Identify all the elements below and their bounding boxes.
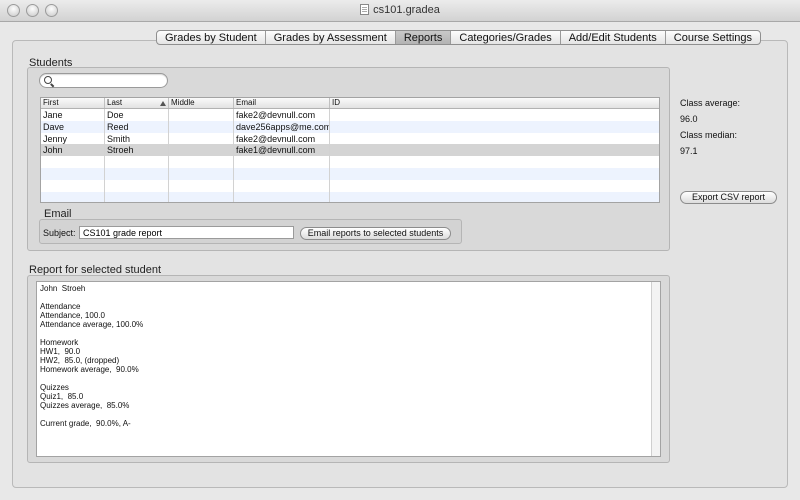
cell-last: Doe	[105, 109, 169, 121]
tab-add-edit-students[interactable]: Add/Edit Students	[561, 31, 666, 44]
students-table[interactable]: First Last Middle Email ID Jane Doe fake…	[40, 97, 660, 203]
students-table-header: First Last Middle Email ID	[41, 98, 659, 109]
sort-ascending-icon	[160, 101, 166, 106]
student-search-field[interactable]	[39, 73, 168, 88]
tab-course-settings[interactable]: Course Settings	[666, 31, 760, 44]
report-line: Quizzes	[40, 383, 69, 392]
search-icon	[44, 76, 52, 84]
cell-middle	[169, 120, 234, 133]
report-line: Attendance average, 100.0%	[40, 320, 144, 329]
class-average-value: 96.0	[680, 114, 698, 124]
column-header-last-label: Last	[107, 98, 123, 107]
cell-id	[330, 109, 659, 121]
cell-email: fake2@devnull.com	[234, 132, 330, 145]
column-header-email[interactable]: Email	[234, 98, 330, 108]
cell-first: Jenny	[41, 132, 105, 145]
subject-input[interactable]	[79, 226, 294, 239]
window-title: cs101.gradea	[0, 4, 800, 16]
cell-last: Stroeh	[105, 144, 169, 157]
table-row-selected[interactable]: John Stroeh fake1@devnull.com	[41, 144, 659, 157]
class-median-label: Class median:	[680, 130, 738, 140]
cell-first: Dave	[41, 120, 105, 133]
cell-middle	[169, 109, 234, 121]
cell-middle	[169, 132, 234, 145]
tab-categories-grades[interactable]: Categories/Grades	[451, 31, 561, 44]
document-icon	[360, 4, 370, 15]
class-average-label: Class average:	[680, 98, 741, 108]
empty-table-row	[41, 156, 659, 168]
class-median-value: 97.1	[680, 146, 698, 156]
cell-first: Jane	[41, 109, 105, 121]
report-line	[40, 293, 657, 302]
cell-email: fake2@devnull.com	[234, 109, 330, 121]
subject-label: Subject:	[43, 228, 76, 238]
report-line	[40, 374, 657, 383]
column-header-id[interactable]: ID	[330, 98, 659, 108]
report-line: HW2, 85.0, (dropped)	[40, 356, 120, 365]
report-line: Homework average, 90.0%	[40, 365, 139, 374]
empty-table-row	[41, 167, 659, 180]
student-search-input[interactable]	[54, 75, 164, 86]
column-header-last[interactable]: Last	[105, 98, 169, 108]
cell-first: John	[41, 144, 105, 157]
report-line	[40, 329, 657, 338]
cell-email: fake1@devnull.com	[234, 144, 330, 157]
empty-table-row	[41, 179, 659, 192]
export-csv-button[interactable]: Export CSV report	[680, 191, 777, 204]
cell-id	[330, 121, 659, 133]
report-line: Quizzes average, 85.0%	[40, 401, 130, 410]
table-row[interactable]: Dave Reed dave256apps@me.com	[41, 120, 659, 133]
report-line: Quiz1, 85.0	[40, 392, 84, 401]
tab-bar: Grades by Student Grades by Assessment R…	[156, 30, 762, 45]
cell-last: Reed	[105, 120, 169, 133]
report-line	[40, 410, 657, 419]
email-reports-button[interactable]: Email reports to selected students	[300, 227, 451, 240]
cell-id	[330, 133, 659, 145]
report-line: HW1, 90.0	[40, 347, 81, 356]
report-scrollbar[interactable]	[651, 282, 660, 456]
cell-email: dave256apps@me.com	[236, 120, 330, 133]
table-row[interactable]: Jenny Smith fake2@devnull.com	[41, 132, 659, 145]
report-line: Attendance	[40, 302, 81, 311]
tab-grades-by-assessment[interactable]: Grades by Assessment	[266, 31, 396, 44]
cell-middle	[169, 144, 234, 157]
empty-table-row	[41, 191, 659, 202]
tab-reports[interactable]: Reports	[395, 31, 452, 44]
window-title-text: cs101.gradea	[373, 4, 440, 16]
cell-id	[330, 144, 659, 156]
report-line: Attendance, 100.0	[40, 311, 105, 320]
report-text-view[interactable]: John Stroeh Attendance Attendance, 100.0…	[36, 281, 661, 457]
tab-grades-by-student[interactable]: Grades by Student	[157, 31, 266, 44]
table-row[interactable]: Jane Doe fake2@devnull.com	[41, 109, 659, 121]
column-header-first[interactable]: First	[41, 98, 105, 108]
report-line: Current grade, 90.0%, A-	[40, 419, 131, 428]
report-line: John Stroeh	[40, 284, 86, 293]
report-line: Homework	[40, 338, 79, 347]
title-bar: cs101.gradea	[0, 0, 800, 22]
column-header-middle[interactable]: Middle	[169, 98, 234, 108]
cell-last: Smith	[105, 132, 169, 145]
